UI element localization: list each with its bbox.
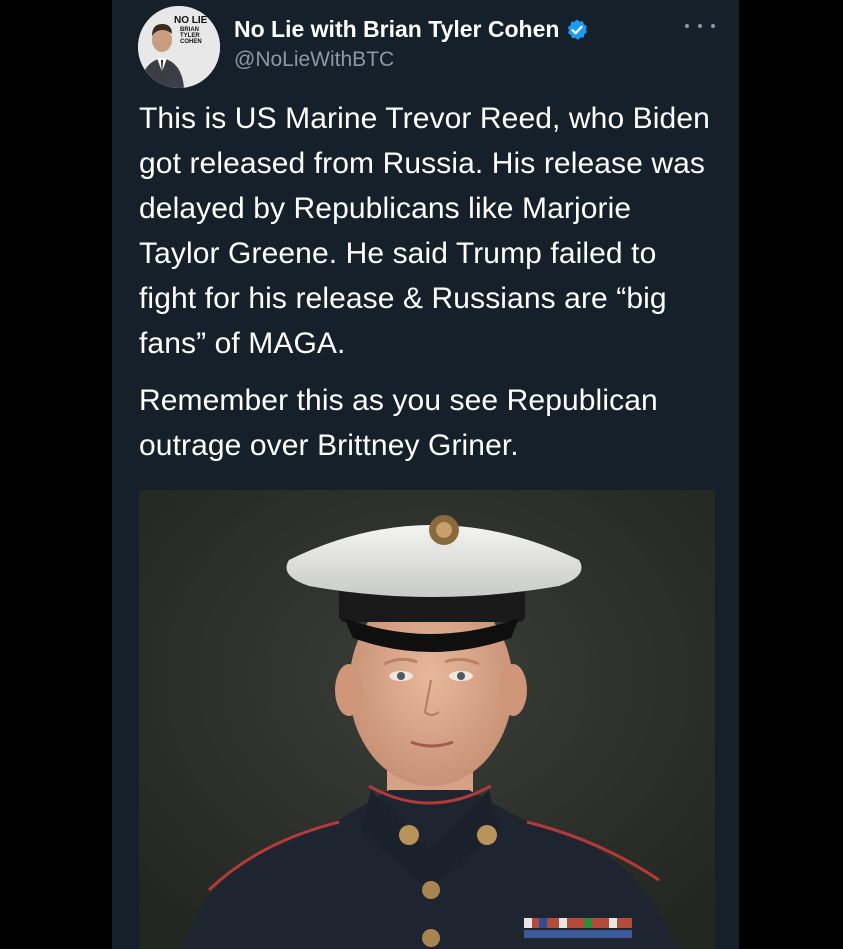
tweet-card: NO LIE BRIAN TYLER COHEN No Lie with Bri… [112,0,739,949]
tweet-paragraph: This is US Marine Trevor Reed, who Biden… [139,102,710,360]
tweet-paragraph: Remember this as you see Republican outr… [139,384,658,462]
avatar-logo-line: NO LIE [174,15,208,26]
author-name-row: No Lie with Brian Tyler Cohen [234,16,589,43]
more-horizontal-icon[interactable] [685,16,715,36]
tweet-header: NO LIE BRIAN TYLER COHEN No Lie with Bri… [136,6,715,88]
author-display-name[interactable]: No Lie with Brian Tyler Cohen [234,16,559,43]
verified-badge-icon [565,18,589,42]
avatar-logo: NO LIE BRIAN TYLER COHEN [174,15,208,46]
marine-portrait-image [139,490,715,949]
avatar[interactable]: NO LIE BRIAN TYLER COHEN [138,6,220,88]
tweet-text: This is US Marine Trevor Reed, who Biden… [139,96,719,468]
author-handle[interactable]: @NoLieWithBTC [234,48,394,72]
tweet-media-image[interactable] [139,490,715,949]
avatar-logo-line: COHEN [180,39,202,45]
